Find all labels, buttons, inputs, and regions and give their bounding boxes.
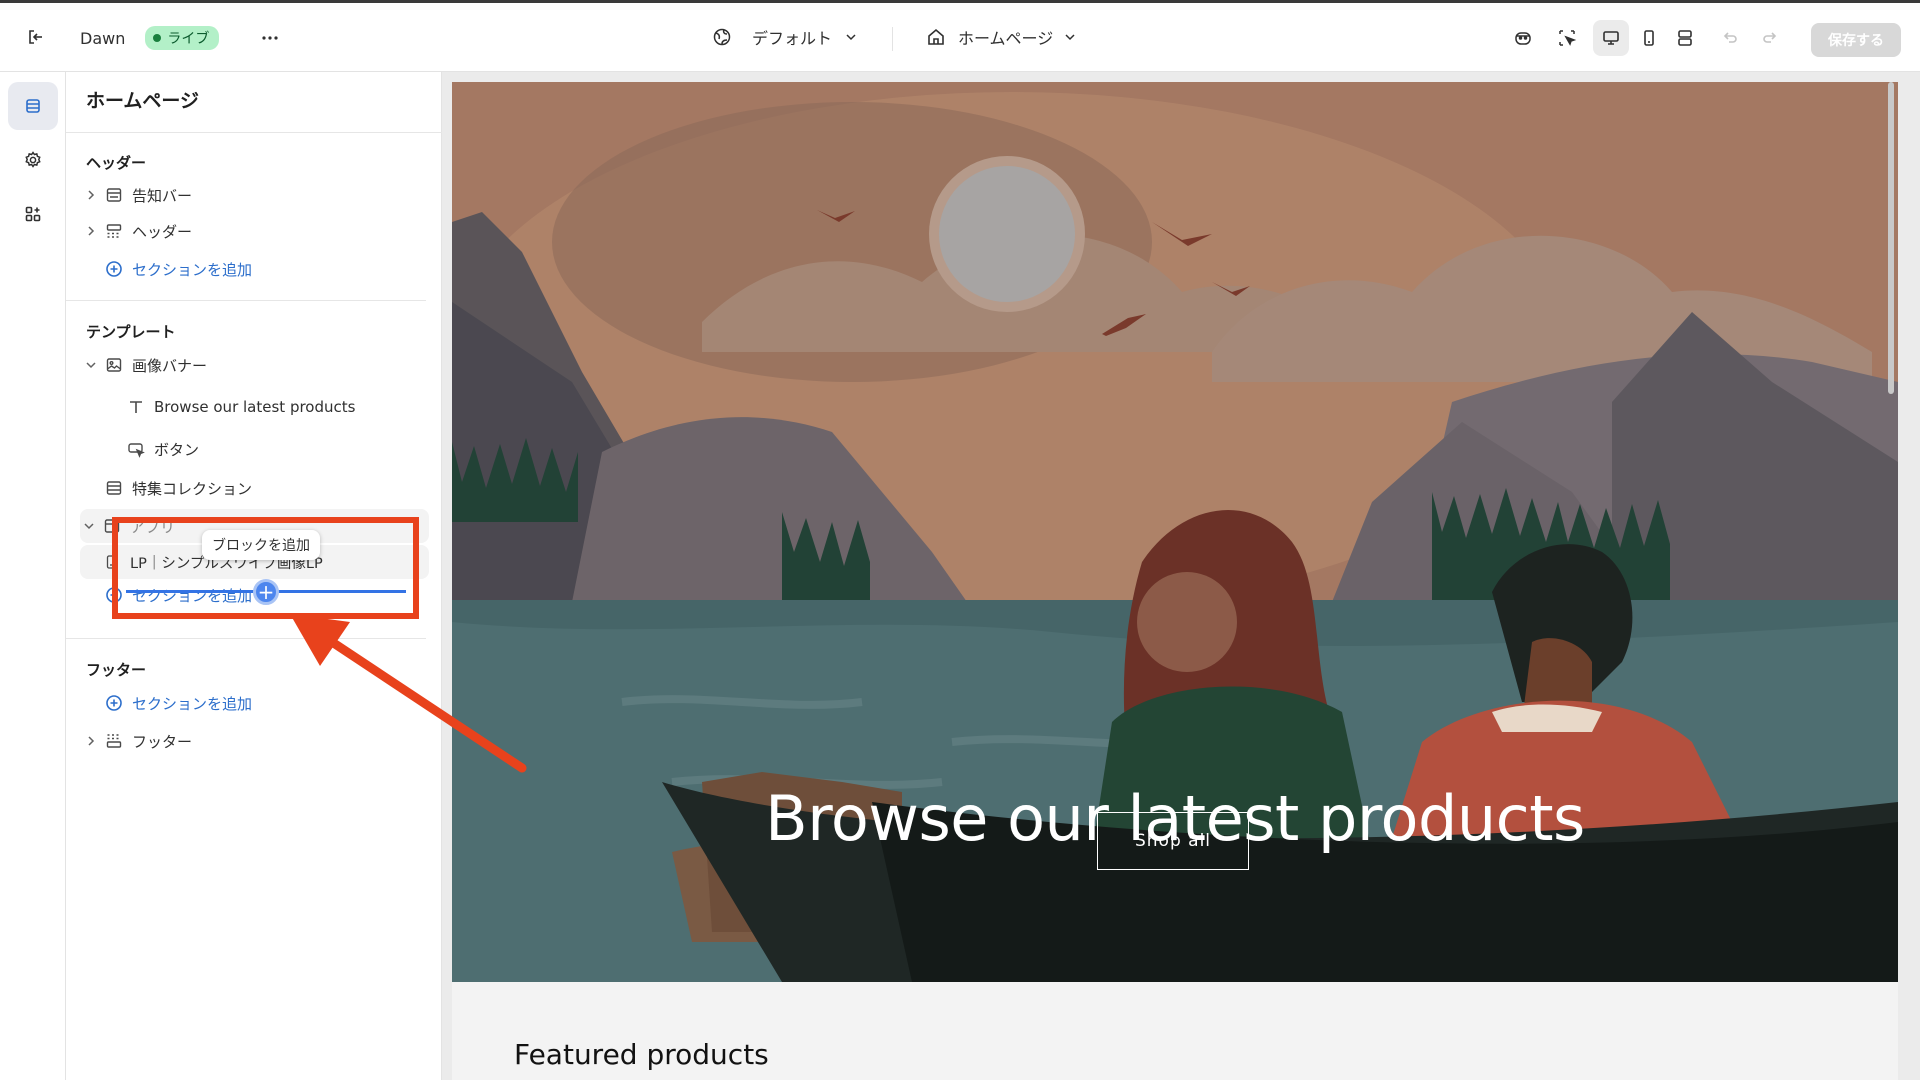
rail-sections-button[interactable] bbox=[8, 82, 58, 130]
footer-layout-icon bbox=[104, 731, 124, 751]
block-item-button[interactable]: ボタン bbox=[126, 432, 425, 466]
theme-selector-label: デフォルト bbox=[752, 29, 833, 48]
image-icon bbox=[104, 355, 124, 375]
mobile-view-button[interactable] bbox=[1631, 20, 1667, 56]
select-cursor-icon bbox=[1549, 20, 1585, 56]
add-section-footer[interactable]: セクションを追加 bbox=[104, 686, 425, 720]
sidekick-icon bbox=[1505, 20, 1541, 56]
storefront-preview: Browse our latest products Shop all Feat… bbox=[452, 82, 1898, 1080]
group-label-template: テンプレート bbox=[86, 323, 176, 341]
chevron-down-icon[interactable] bbox=[82, 356, 100, 374]
add-block-plus-button[interactable]: + bbox=[253, 579, 279, 605]
plus-circle-icon bbox=[104, 259, 124, 279]
section-item-footer[interactable]: フッター bbox=[82, 724, 425, 758]
plus-icon: + bbox=[257, 580, 275, 604]
redo-icon bbox=[1752, 20, 1788, 56]
chevron-down-icon bbox=[1063, 30, 1077, 44]
announcement-bar-icon bbox=[104, 185, 124, 205]
button-icon bbox=[126, 439, 146, 459]
desktop-icon bbox=[1593, 20, 1629, 56]
scrollbar-thumb[interactable] bbox=[1888, 82, 1894, 394]
expand-icon bbox=[1667, 20, 1703, 56]
divider bbox=[66, 132, 442, 133]
section-item-label: 特集コレクション bbox=[132, 479, 253, 498]
mobile-icon bbox=[1631, 20, 1667, 56]
chevron-right-icon[interactable] bbox=[82, 222, 100, 240]
ellipsis-icon bbox=[252, 20, 288, 56]
block-item-label: Browse our latest products bbox=[154, 398, 356, 416]
gear-icon bbox=[23, 150, 43, 170]
section-item-announcement[interactable]: 告知バー bbox=[82, 178, 425, 212]
featured-heading[interactable]: Featured products bbox=[514, 1038, 769, 1071]
exit-icon bbox=[18, 19, 54, 55]
live-dot-icon bbox=[153, 34, 162, 42]
live-badge: ライブ bbox=[145, 26, 220, 50]
store-name[interactable]: Dawn bbox=[80, 29, 125, 48]
apps-icon bbox=[23, 204, 43, 224]
chevron-right-icon[interactable] bbox=[82, 732, 100, 750]
section-item-header[interactable]: ヘッダー bbox=[82, 214, 425, 248]
undo-button[interactable] bbox=[1712, 20, 1748, 56]
desktop-view-button[interactable] bbox=[1593, 20, 1629, 56]
globe-icon bbox=[712, 27, 732, 47]
rail-apps-button[interactable] bbox=[8, 190, 58, 238]
header-layout-icon bbox=[104, 221, 124, 241]
undo-icon bbox=[1712, 20, 1748, 56]
block-item-heading[interactable]: Browse our latest products bbox=[126, 390, 425, 424]
chevron-down-icon bbox=[844, 30, 858, 44]
plus-circle-icon bbox=[104, 693, 124, 713]
exit-button[interactable] bbox=[18, 19, 54, 55]
section-item-image-banner[interactable]: 画像バナー bbox=[82, 348, 425, 382]
section-item-label: 画像バナー bbox=[132, 356, 208, 375]
section-item-featured-collection[interactable]: 特集コレクション bbox=[82, 471, 425, 505]
home-icon bbox=[926, 27, 946, 47]
section-item-label: フッター bbox=[132, 732, 193, 751]
theme-selector[interactable]: デフォルト bbox=[712, 25, 858, 49]
chevron-right-icon[interactable] bbox=[82, 186, 100, 204]
chevron-down-icon[interactable] bbox=[80, 517, 98, 535]
panel-title: ホームページ bbox=[86, 90, 200, 112]
shop-all-button[interactable]: Shop all bbox=[1097, 812, 1249, 870]
inspector-button[interactable] bbox=[1549, 20, 1585, 56]
divider bbox=[66, 300, 426, 301]
section-item-label: ヘッダー bbox=[132, 222, 193, 241]
fullwidth-view-button[interactable] bbox=[1667, 20, 1703, 56]
divider bbox=[66, 638, 426, 639]
sections-icon bbox=[23, 96, 43, 116]
save-button[interactable]: 保存する bbox=[1811, 23, 1901, 57]
group-label-header: ヘッダー bbox=[86, 154, 147, 172]
add-section-header[interactable]: セクションを追加 bbox=[104, 252, 425, 286]
add-section-label: セクションを追加 bbox=[132, 694, 253, 713]
ai-sidekick-button[interactable] bbox=[1505, 20, 1541, 56]
section-item-label: 告知バー bbox=[132, 186, 193, 205]
more-actions-button[interactable] bbox=[252, 20, 288, 56]
toolbar-divider bbox=[892, 27, 893, 51]
rail-settings-button[interactable] bbox=[8, 136, 58, 184]
redo-button[interactable] bbox=[1752, 20, 1788, 56]
editor-rail bbox=[0, 72, 66, 1080]
add-block-tooltip: ブロックを追加 bbox=[202, 530, 320, 560]
add-section-label: セクションを追加 bbox=[132, 260, 253, 279]
preview-scrollbar[interactable] bbox=[1886, 82, 1896, 1080]
page-selector[interactable]: ホームページ bbox=[926, 25, 1077, 49]
collection-icon bbox=[104, 478, 124, 498]
group-label-footer: フッター bbox=[86, 661, 147, 679]
block-item-label: ボタン bbox=[154, 440, 200, 459]
text-icon bbox=[126, 397, 146, 417]
page-selector-label: ホームページ bbox=[958, 29, 1054, 48]
live-badge-label: ライブ bbox=[167, 31, 210, 47]
top-bar: Dawn ライブ デフォルト ホームページ 保存する bbox=[0, 0, 1920, 72]
